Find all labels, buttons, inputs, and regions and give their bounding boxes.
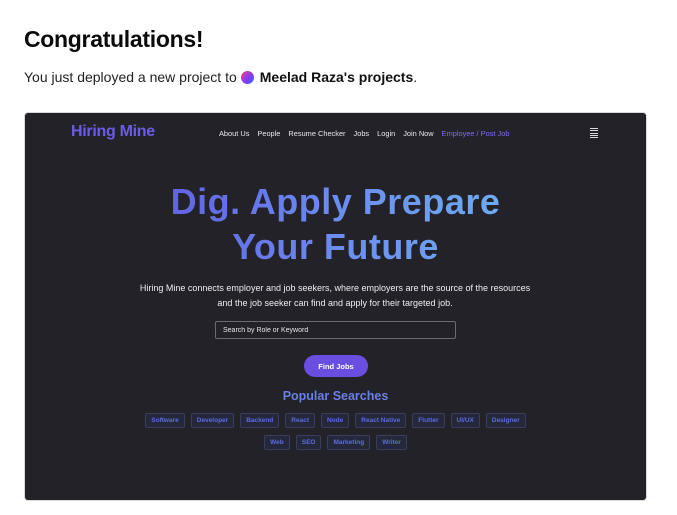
tag-web[interactable]: Web	[264, 435, 290, 450]
hero-heading-line1: Dig. Apply Prepare	[25, 181, 646, 223]
deploy-text: You just deployed a new project to	[24, 69, 237, 85]
hero-description: Hiring Mine connects employer and job se…	[139, 283, 531, 308]
tag-react-native[interactable]: React Native	[355, 413, 407, 428]
find-jobs-button[interactable]: Find Jobs	[304, 355, 368, 377]
tag-ui-ux[interactable]: UI/UX	[450, 413, 480, 428]
tag-marketing[interactable]: Marketing	[327, 435, 371, 450]
tag-seo[interactable]: SEO	[295, 435, 322, 450]
hero-heading-line2: Your Future	[25, 226, 646, 268]
hamburger-menu-icon[interactable]	[590, 128, 598, 138]
search-input[interactable]	[215, 321, 456, 339]
team-name-link[interactable]: Meelad Raza's projects	[260, 69, 414, 85]
nav-resume-checker[interactable]: Resume Checker	[288, 129, 345, 138]
nav-jobs[interactable]: Jobs	[354, 129, 370, 138]
nav-join-now[interactable]: Join Now	[403, 129, 433, 138]
tag-writer[interactable]: Writer	[376, 435, 407, 450]
tag-backend[interactable]: Backend	[240, 413, 280, 428]
tag-node[interactable]: Node	[321, 413, 350, 428]
nav-employee-post-job[interactable]: Employee / Post Job	[442, 129, 510, 138]
tag-developer[interactable]: Developer	[190, 413, 235, 428]
deployment-preview[interactable]: Hiring Mine About Us People Resume Check…	[25, 113, 646, 500]
tag-software[interactable]: Software	[145, 413, 185, 428]
deploy-trailing: .	[413, 69, 418, 85]
popular-searches-title: Popular Searches	[282, 389, 389, 403]
tag-designer[interactable]: Designer	[485, 413, 526, 428]
page-title: Congratulations!	[24, 26, 204, 52]
deploy-message: You just deployed a new project to Meela…	[24, 69, 417, 85]
tag-flutter[interactable]: Flutter	[412, 413, 445, 428]
nav-login[interactable]: Login	[377, 129, 395, 138]
nav-people[interactable]: People	[257, 129, 280, 138]
popular-tags-row-2: Web SEO Marketing Writer	[25, 435, 646, 450]
tag-react[interactable]: React	[285, 413, 316, 428]
site-logo[interactable]: Hiring Mine	[71, 123, 155, 141]
nav-about-us[interactable]: About Us	[219, 129, 249, 138]
site-nav: About Us People Resume Checker Jobs Logi…	[219, 129, 517, 138]
team-avatar	[240, 70, 254, 84]
popular-tags-row-1: Software Developer Backend React Node Re…	[25, 413, 646, 428]
